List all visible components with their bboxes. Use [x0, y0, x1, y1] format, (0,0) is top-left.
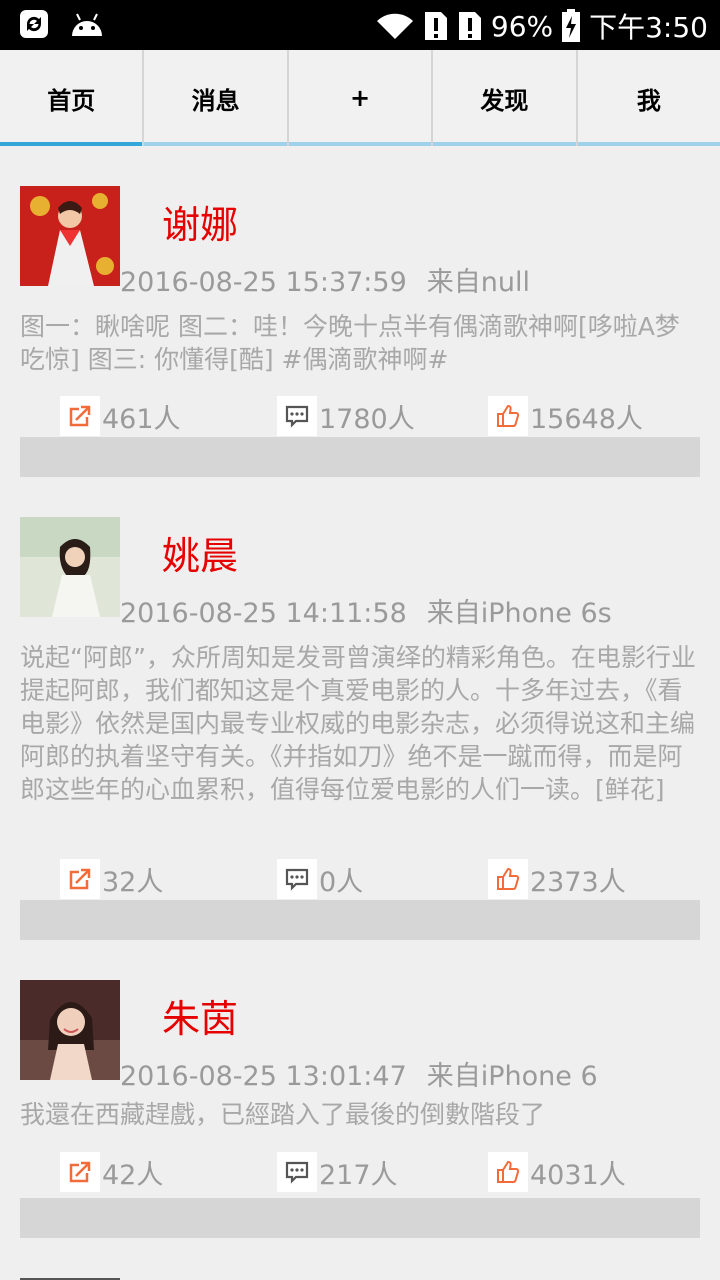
tab-me[interactable]: 我: [575, 50, 720, 146]
comment-count: 217人: [319, 1159, 398, 1191]
post-source: 来自iPhone 6: [426, 1061, 598, 1092]
repost-count: 461人: [102, 403, 181, 435]
sim-alert-icon: [424, 12, 447, 40]
like-button[interactable]: 4031人: [488, 1152, 626, 1192]
repost-button[interactable]: 42人: [60, 1152, 163, 1192]
tab-messages[interactable]: 消息: [142, 50, 287, 146]
divider: [20, 437, 700, 477]
user-name[interactable]: 姚晨: [162, 525, 238, 580]
user-name[interactable]: 谢娜: [162, 194, 238, 249]
comment-icon: [277, 1152, 317, 1192]
comment-button[interactable]: 217人: [277, 1152, 398, 1192]
tab-discover-label: 发现: [480, 86, 529, 115]
tab-me-label: 我: [636, 86, 661, 115]
comment-icon: [277, 859, 317, 899]
post-actions: 42人 217人 4031人: [60, 1152, 700, 1192]
post-meta: 2016-08-25 14:11:58 来自iPhone 6s: [120, 591, 612, 630]
thumbs-up-icon: [488, 1152, 528, 1192]
tab-home[interactable]: 首页: [0, 50, 143, 146]
sync-icon: [20, 10, 48, 38]
post-time: 2016-08-25 15:37:59: [120, 267, 407, 298]
post-meta: 2016-08-25 15:37:59 来自null: [120, 260, 530, 299]
tab-discover[interactable]: 发现: [431, 50, 576, 146]
divider: [20, 900, 700, 940]
repost-icon: [60, 859, 100, 899]
repost-icon: [60, 1152, 100, 1192]
like-count: 2373人: [530, 866, 626, 898]
repost-icon: [60, 396, 100, 436]
tab-compose[interactable]: +: [286, 50, 432, 146]
like-button[interactable]: 2373人: [488, 859, 626, 899]
wifi-icon: [376, 13, 413, 39]
thumbs-up-icon: [488, 859, 528, 899]
post-source: 来自null: [426, 267, 530, 298]
post-actions: 32人 0人 2373人: [60, 859, 700, 899]
avatar[interactable]: [20, 517, 120, 617]
repost-count: 42人: [102, 1159, 164, 1191]
repost-button[interactable]: 461人: [60, 396, 181, 436]
repost-button[interactable]: 32人: [60, 859, 163, 899]
comment-icon: [277, 396, 317, 436]
comment-count: 0人: [319, 866, 364, 898]
like-count: 15648人: [530, 403, 643, 435]
user-name[interactable]: 朱茵: [162, 988, 238, 1043]
post-actions: 461人 1780人 15648人: [60, 396, 700, 436]
list-item: 谢娜 2016-08-25 15:37:59 来自null 图一：瞅啥呢 图二：哇…: [20, 186, 700, 478]
divider: [20, 1198, 700, 1238]
tab-compose-label: +: [349, 84, 371, 112]
like-count: 4031人: [530, 1159, 626, 1191]
post-source: 来自iPhone 6s: [426, 598, 612, 629]
android-icon: [72, 13, 102, 36]
clock: 下午3:50: [589, 11, 708, 44]
post-time: 2016-08-25 14:11:58: [120, 598, 407, 629]
tab-messages-label: 消息: [191, 86, 240, 115]
battery-percent: 96%: [490, 9, 554, 43]
comment-button[interactable]: 1780人: [277, 396, 415, 436]
post-text[interactable]: 我還在西藏趕戲，已經踏入了最後的倒數階段了: [20, 1098, 700, 1131]
status-bar: 96% 下午3:50: [0, 0, 720, 50]
sim-alert-icon: [458, 12, 481, 40]
comment-count: 1780人: [319, 403, 415, 435]
battery-charging-icon: [562, 9, 581, 42]
repost-count: 32人: [102, 866, 164, 898]
post-text[interactable]: 说起“阿郎”，众所周知是发哥曾演绎的精彩角色。在电影行业提起阿郎，我们都知这是个…: [20, 641, 700, 806]
avatar[interactable]: [20, 186, 120, 286]
comment-button[interactable]: 0人: [277, 859, 363, 899]
post-meta: 2016-08-25 13:01:47 来自iPhone 6: [120, 1054, 598, 1093]
tab-home-label: 首页: [47, 86, 96, 115]
post-time: 2016-08-25 13:01:47: [120, 1061, 407, 1092]
like-button[interactable]: 15648人: [488, 396, 643, 436]
tab-bar: 首页 消息 + 发现 我: [0, 50, 720, 146]
post-text[interactable]: 图一：瞅啥呢 图二：哇！今晚十点半有偶滴歌神啊[哆啦A梦吃惊] 图三: 你懂得[…: [20, 310, 700, 376]
thumbs-up-icon: [488, 396, 528, 436]
avatar[interactable]: [20, 980, 120, 1080]
list-item: 朱茵 2016-08-25 13:01:47 来自iPhone 6 我還在西藏趕戲…: [20, 980, 700, 1240]
list-item: 姚晨 2016-08-25 14:11:58 来自iPhone 6s 说起“阿郎”…: [20, 517, 700, 941]
